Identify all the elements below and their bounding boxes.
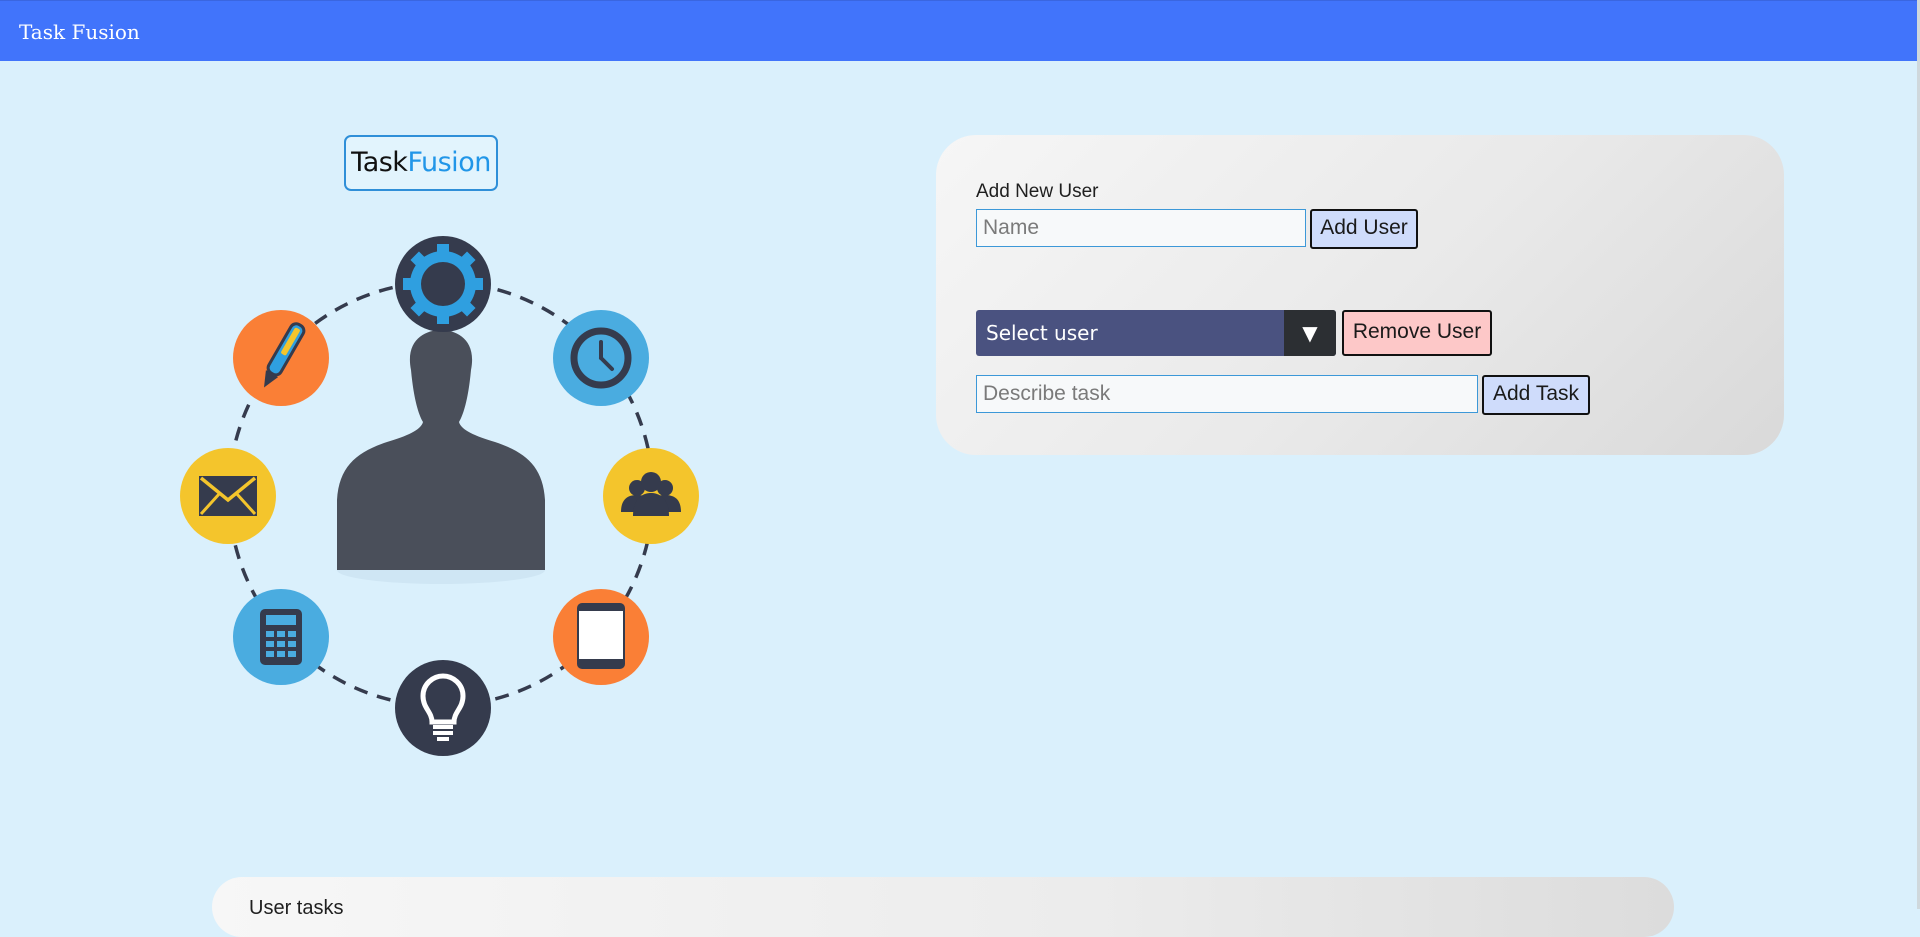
- task-description-input[interactable]: [976, 375, 1478, 413]
- user-tasks-panel: User tasks: [212, 877, 1674, 937]
- logo-task-text: Task: [351, 147, 408, 178]
- clock-icon: [553, 310, 649, 406]
- group-icon: [603, 448, 699, 544]
- calculator-icon: [233, 589, 329, 685]
- envelope-icon: [180, 448, 276, 544]
- add-user-button[interactable]: Add User: [1310, 209, 1418, 249]
- pen-icon: [233, 310, 329, 406]
- select-user-dropdown[interactable]: Select user ▼: [976, 310, 1336, 356]
- dropdown-arrow-icon: ▼: [1284, 310, 1336, 356]
- gear-icon: [395, 236, 491, 332]
- hero-illustration: TaskFusion: [175, 130, 715, 770]
- clipboard-icon: [553, 589, 649, 685]
- top-navbar: Task Fusion: [0, 0, 1920, 61]
- user-silhouette-icon: [337, 330, 545, 584]
- hero-graphic: [180, 236, 699, 756]
- lightbulb-icon: [395, 660, 491, 756]
- app-title[interactable]: Task Fusion: [19, 20, 140, 44]
- add-task-button[interactable]: Add Task: [1482, 375, 1590, 415]
- taskfusion-logo: TaskFusion: [344, 135, 498, 191]
- add-new-user-label: Add New User: [976, 181, 1099, 202]
- logo-fusion-text: Fusion: [407, 147, 491, 178]
- select-user-value: Select user: [986, 321, 1098, 345]
- name-input[interactable]: [976, 209, 1306, 247]
- remove-user-button[interactable]: Remove User: [1342, 310, 1492, 356]
- user-task-form-panel: Add New User Add User Select user ▼ Remo…: [936, 135, 1784, 455]
